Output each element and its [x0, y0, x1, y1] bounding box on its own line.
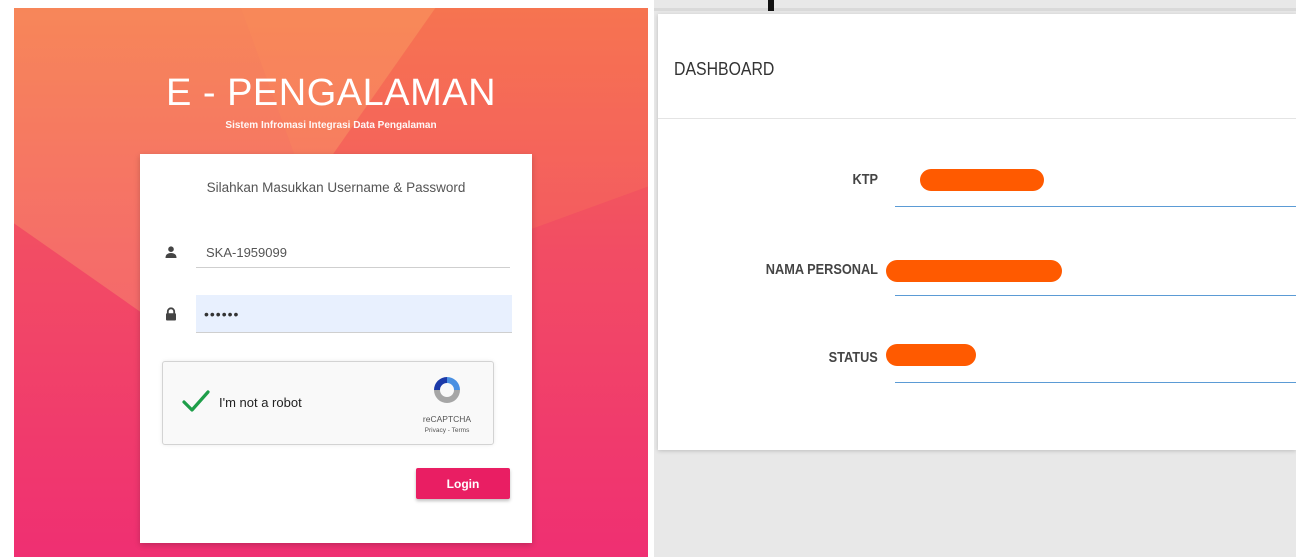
- password-input[interactable]: [196, 295, 512, 333]
- recaptcha-widget: I'm not a robot reCAPTCHA Privacy - Term…: [162, 361, 494, 445]
- nama-personal-field-underline: [895, 295, 1296, 296]
- recaptcha-privacy-terms-link[interactable]: Privacy - Terms: [411, 427, 483, 434]
- login-panel: E - PENGALAMAN Sistem Infromasi Integras…: [14, 8, 648, 557]
- lock-icon: [166, 307, 176, 321]
- dashboard-header: DASHBOARD: [658, 14, 1296, 119]
- status-field-underline: [895, 382, 1296, 383]
- redaction-mark: [886, 260, 1062, 282]
- redaction-mark: [886, 344, 976, 366]
- status-label: STATUS: [828, 349, 878, 366]
- login-instructions: Silahkan Masukkan Username & Password: [206, 180, 466, 195]
- login-card: Silahkan Masukkan Username & Password I'…: [140, 154, 532, 543]
- app-title: E - PENGALAMAN: [165, 72, 497, 114]
- dashboard-card: DASHBOARD KTP NAMA PERSONAL STATUS: [658, 14, 1296, 450]
- divider: [654, 8, 1296, 11]
- page-title: DASHBOARD: [674, 59, 775, 79]
- username-row: [160, 238, 512, 268]
- user-icon: [165, 246, 177, 258]
- app-subtitle: Sistem Infromasi Integrasi Data Pengalam…: [225, 120, 437, 131]
- nama-personal-label: NAMA PERSONAL: [765, 261, 878, 278]
- recaptcha-label: I'm not a robot: [219, 395, 302, 410]
- ktp-field-underline: [895, 206, 1296, 207]
- checkmark-icon[interactable]: [181, 388, 211, 414]
- password-row: [160, 295, 512, 333]
- recaptcha-brand: reCAPTCHA: [422, 414, 472, 424]
- login-button[interactable]: Login: [416, 468, 510, 499]
- recaptcha-logo-icon: [434, 377, 460, 403]
- redaction-mark: [920, 169, 1044, 191]
- username-input[interactable]: [196, 238, 510, 268]
- cursor-marker: [768, 0, 774, 11]
- ktp-label: KTP: [852, 171, 879, 188]
